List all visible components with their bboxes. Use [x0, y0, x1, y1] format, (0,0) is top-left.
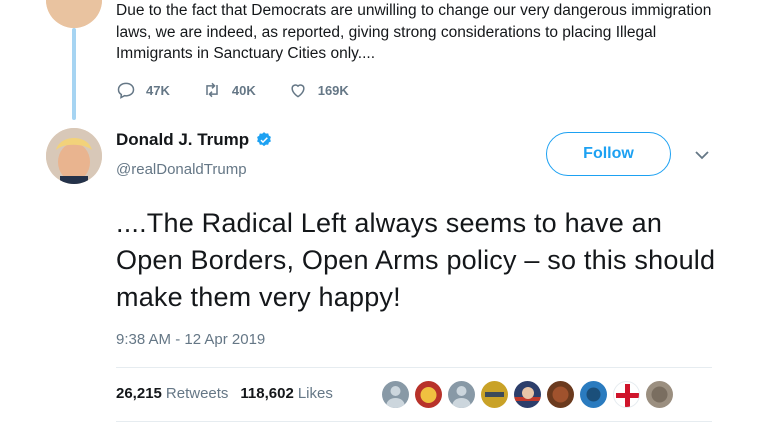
like-icon	[291, 84, 305, 98]
previous-tweet-actions: 47K 40K 169K	[116, 80, 381, 100]
thread-connector-line	[72, 28, 76, 120]
author-avatar[interactable]	[46, 128, 102, 184]
liker-avatar[interactable]	[613, 381, 640, 408]
reply-count: 47K	[146, 82, 170, 98]
reply-icon	[117, 82, 135, 99]
liker-avatars	[382, 381, 679, 408]
verified-badge-icon	[257, 132, 272, 147]
liker-avatar[interactable]	[382, 381, 409, 408]
liker-avatar[interactable]	[646, 381, 673, 408]
liker-avatar[interactable]	[481, 381, 508, 408]
liker-avatar[interactable]	[580, 381, 607, 408]
retweet-button[interactable]: 40K	[202, 80, 256, 100]
like-button[interactable]: 169K	[288, 80, 349, 100]
tweet-stats: 26,215 Retweets 118,602 Likes	[116, 385, 345, 402]
divider-top	[116, 367, 712, 368]
tweet-text: ....The Radical Left always seems to hav…	[116, 208, 716, 312]
author-name-row: Donald J. Trump	[116, 130, 273, 150]
previous-author-avatar[interactable]	[46, 0, 102, 28]
previous-tweet-text: Due to the fact that Democrats are unwil…	[116, 2, 712, 62]
liker-avatar[interactable]	[415, 381, 442, 408]
tweet-timestamp[interactable]: 9:38 AM - 12 Apr 2019	[116, 331, 265, 348]
chevron-down-icon[interactable]	[693, 149, 711, 161]
follow-button[interactable]: Follow	[546, 132, 671, 176]
retweet-label[interactable]: Retweets	[166, 385, 229, 402]
reply-button[interactable]: 47K	[116, 80, 170, 100]
retweet-icon	[206, 82, 218, 98]
author-name[interactable]: Donald J. Trump	[116, 130, 249, 150]
retweet-total[interactable]: 26,215	[116, 385, 162, 402]
author-handle[interactable]: @realDonaldTrump	[116, 161, 247, 178]
like-count: 169K	[317, 82, 349, 98]
retweet-count: 40K	[231, 82, 256, 98]
like-total[interactable]: 118,602	[240, 385, 293, 402]
liker-avatar[interactable]	[514, 381, 541, 408]
divider-bottom	[116, 421, 712, 422]
liker-avatar[interactable]	[448, 381, 475, 408]
liker-avatar[interactable]	[547, 381, 574, 408]
like-label[interactable]: Likes	[298, 385, 333, 402]
